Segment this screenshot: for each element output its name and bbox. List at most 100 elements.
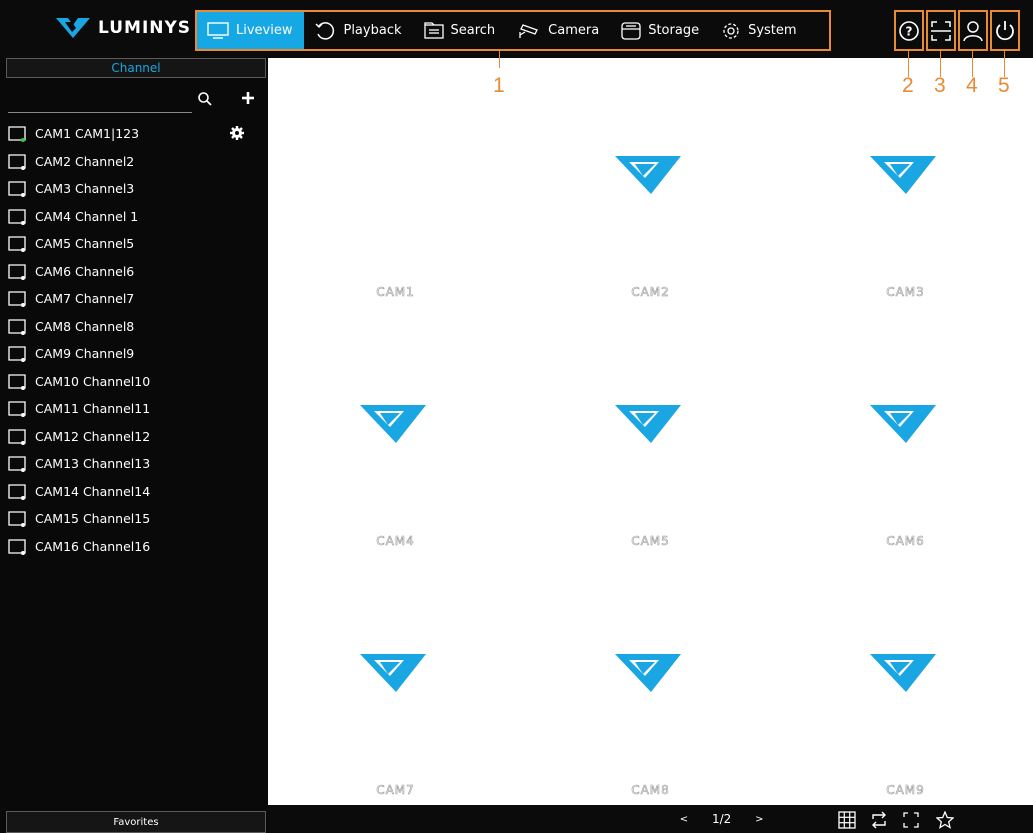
channel-item[interactable]: CAM10 Channel10 xyxy=(0,368,268,396)
channel-label: CAM12 Channel12 xyxy=(35,428,151,444)
luminys-logo-icon xyxy=(360,654,426,692)
camera-tile[interactable]: CAM4 xyxy=(268,307,523,556)
channel-label: CAM2 Channel2 xyxy=(35,153,135,169)
layout-grid-icon[interactable] xyxy=(838,811,856,829)
brand-name: LUMINYS xyxy=(98,18,192,38)
camera-tile[interactable]: CAM9 xyxy=(778,556,1033,805)
favorites-tab[interactable]: Favorites xyxy=(6,811,266,833)
channel-item[interactable]: CAM14 Channel14 xyxy=(0,478,268,506)
search-icon[interactable] xyxy=(197,91,213,107)
plus-icon xyxy=(242,92,254,104)
tab-storage[interactable]: Storage xyxy=(611,12,711,49)
camera-tile-label: CAM4 xyxy=(376,534,415,549)
storage-icon xyxy=(621,21,641,40)
channel-tab[interactable]: Channel xyxy=(6,58,266,78)
main-nav: Liveview Playback Search Camera Storage … xyxy=(197,12,809,49)
channel-monitor-icon xyxy=(8,126,26,142)
luminys-logo-icon xyxy=(870,156,936,194)
prev-page-button[interactable]: < xyxy=(676,814,692,825)
camera-tile[interactable]: CAM7 xyxy=(268,556,523,805)
search-folder-icon xyxy=(423,21,444,39)
tab-camera-label: Camera xyxy=(548,23,600,38)
monitor-icon xyxy=(207,21,229,39)
camera-tile-label: CAM2 xyxy=(631,285,670,300)
channel-label: CAM7 Channel7 xyxy=(35,291,135,306)
channel-label: CAM8 Channel8 xyxy=(35,318,135,334)
camera-tile-label: CAM6 xyxy=(886,534,925,549)
channel-label: CAM5 Channel5 xyxy=(35,236,135,251)
favorite-star-icon[interactable] xyxy=(936,811,954,829)
luminys-logo-icon xyxy=(615,156,681,194)
channel-monitor-icon xyxy=(8,346,26,362)
channel-label: CAM14 Channel14 xyxy=(35,483,151,499)
channel-monitor-icon xyxy=(8,208,26,225)
luminys-logo-icon xyxy=(56,18,90,38)
tab-search[interactable]: Search xyxy=(414,12,508,49)
camera-tile[interactable]: CAM5 xyxy=(523,307,778,556)
channel-label: CAM16 Channel16 xyxy=(35,538,151,554)
channel-monitor-icon xyxy=(8,428,26,445)
channel-settings-gear-icon[interactable] xyxy=(229,125,245,141)
channel-monitor-icon xyxy=(8,318,26,335)
tab-liveview[interactable]: Liveview xyxy=(197,12,305,49)
camera-tile[interactable]: CAM8 xyxy=(523,556,778,805)
channel-item[interactable]: CAM6 Channel6 xyxy=(0,258,268,286)
channel-monitor-icon xyxy=(8,401,26,417)
camera-tile-label: CAM5 xyxy=(631,534,670,549)
add-channel-button[interactable] xyxy=(240,90,256,108)
page-indicator: 1/2 xyxy=(712,812,732,826)
help-button[interactable]: ? xyxy=(894,10,924,51)
channel-monitor-icon xyxy=(8,181,26,197)
tab-system-label: System xyxy=(748,23,797,38)
luminys-logo-icon xyxy=(615,405,681,443)
channel-item[interactable]: CAM3 Channel3 xyxy=(0,175,268,203)
channel-item[interactable]: CAM15 Channel15 xyxy=(0,505,268,533)
channel-item[interactable]: CAM2 Channel2 xyxy=(0,148,268,176)
channel-item[interactable]: CAM16 Channel16 xyxy=(0,533,268,561)
tab-camera[interactable]: Camera xyxy=(507,12,611,49)
channel-item[interactable]: CAM1 CAM1|123 xyxy=(0,120,268,148)
scan-button[interactable] xyxy=(926,10,956,51)
next-page-button[interactable]: > xyxy=(751,814,767,825)
channel-label: CAM15 Channel15 xyxy=(35,511,151,526)
channel-search-input[interactable] xyxy=(8,88,192,113)
brand-logo: LUMINYS xyxy=(56,18,191,38)
tab-storage-label: Storage xyxy=(648,23,700,38)
channel-label: CAM11 Channel11 xyxy=(35,401,151,416)
channel-item[interactable]: CAM9 Channel9 xyxy=(0,340,268,368)
channel-monitor-icon xyxy=(8,263,26,280)
cycle-icon[interactable] xyxy=(870,811,888,829)
scan-icon xyxy=(931,20,951,41)
liveview-grid: CAM1 CAM2 CAM3 CAM4 CAM5 CAM6 CAM7 CAM8 CAM9 xyxy=(268,58,1033,805)
channel-monitor-icon xyxy=(8,291,26,307)
camera-tile[interactable]: CAM1 xyxy=(268,58,523,307)
camera-icon xyxy=(519,23,539,38)
channel-label: CAM10 Channel10 xyxy=(35,373,151,389)
channel-item[interactable]: CAM13 Channel13 xyxy=(0,450,268,478)
channel-monitor-icon xyxy=(8,373,26,390)
fullscreen-icon[interactable] xyxy=(902,811,920,829)
power-button[interactable] xyxy=(990,10,1020,51)
playback-icon xyxy=(315,21,335,40)
channel-item[interactable]: CAM7 Channel7 xyxy=(0,285,268,313)
camera-tile[interactable]: CAM2 xyxy=(523,58,778,307)
channel-label: CAM13 Channel13 xyxy=(35,456,151,471)
camera-tile-label: CAM3 xyxy=(886,285,925,300)
tab-search-label: Search xyxy=(450,23,496,38)
user-icon xyxy=(963,20,983,41)
channel-monitor-icon xyxy=(8,456,26,472)
camera-tile[interactable]: CAM3 xyxy=(778,58,1033,307)
channel-item[interactable]: CAM5 Channel5 xyxy=(0,230,268,258)
channel-label: CAM9 Channel9 xyxy=(35,346,135,361)
tab-liveview-label: Liveview xyxy=(236,23,293,38)
channel-item[interactable]: CAM8 Channel8 xyxy=(0,313,268,341)
channel-list: CAM1 CAM1|123 CAM2 Channel2 CAM3 Channel3 C… xyxy=(0,120,268,560)
tab-system[interactable]: System xyxy=(711,12,808,49)
user-button[interactable] xyxy=(958,10,988,51)
channel-item[interactable]: CAM12 Channel12 xyxy=(0,423,268,451)
channel-item[interactable]: CAM11 Channel11 xyxy=(0,395,268,423)
camera-tile-label: CAM8 xyxy=(631,783,670,798)
camera-tile[interactable]: CAM6 xyxy=(778,307,1033,556)
channel-item[interactable]: CAM4 Channel 1 xyxy=(0,203,268,231)
tab-playback[interactable]: Playback xyxy=(304,12,413,49)
